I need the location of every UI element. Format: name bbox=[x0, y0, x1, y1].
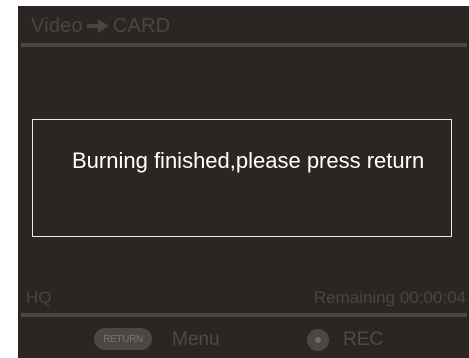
source-label: Video bbox=[31, 14, 83, 37]
right-arrow-icon bbox=[86, 19, 109, 33]
footer-divider bbox=[21, 313, 467, 317]
menu-label: Menu bbox=[172, 329, 220, 350]
device-screen: Video CARD Burning finished,please press… bbox=[18, 6, 469, 358]
remaining-time: Remaining 00:00:04 bbox=[313, 288, 466, 307]
message-dialog: Burning finished,please press return bbox=[32, 119, 452, 237]
quality-label: HQ bbox=[26, 288, 52, 307]
dialog-message: Burning finished,please press return bbox=[72, 148, 425, 173]
header-title: Video CARD bbox=[31, 12, 170, 40]
destination-label: CARD bbox=[112, 14, 171, 37]
footer-bar: RETURN Menu REC bbox=[18, 324, 469, 354]
record-dot bbox=[315, 337, 321, 343]
rec-label: REC bbox=[343, 329, 384, 350]
header-divider bbox=[21, 43, 467, 47]
return-button[interactable]: RETURN bbox=[94, 328, 152, 350]
record-icon[interactable] bbox=[307, 329, 329, 351]
